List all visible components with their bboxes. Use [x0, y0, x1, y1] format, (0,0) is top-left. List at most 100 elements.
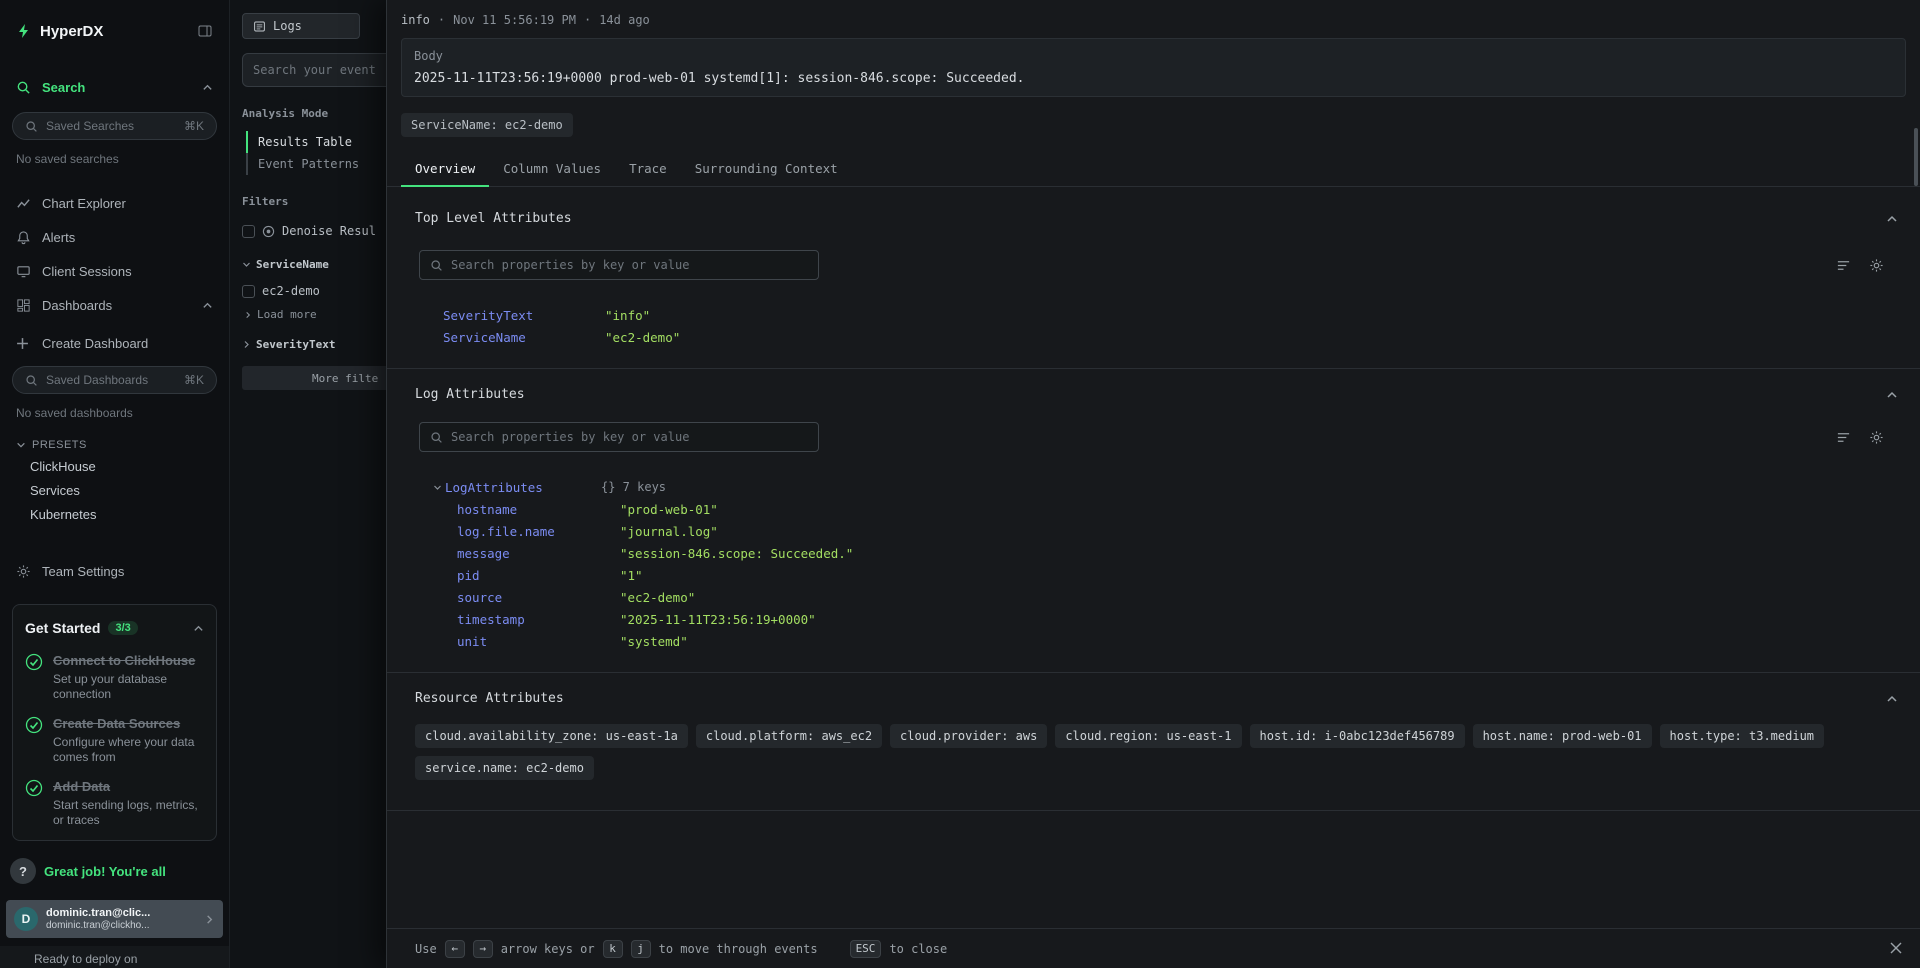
mode-event-patterns[interactable]: Event Patterns	[246, 153, 386, 175]
saved-searches-input[interactable]: Saved Searches ⌘K	[12, 112, 217, 140]
body-label: Body	[414, 49, 1893, 63]
left-arrow-key: ←	[445, 940, 465, 958]
facet-servicename[interactable]: ServiceName	[242, 256, 386, 272]
resource-chip[interactable]: cloud.platform: aws_ec2	[696, 724, 882, 748]
attribute-value: "info"	[605, 308, 650, 323]
collapse-section-icon[interactable]	[1886, 213, 1898, 225]
sidebar-item-team-settings[interactable]: Team Settings	[0, 554, 229, 588]
sidebar-item-alerts[interactable]: Alerts	[0, 220, 229, 254]
attribute-value: "ec2-demo"	[605, 330, 680, 345]
drawer-footer: Use ← → arrow keys or k j to move throug…	[387, 928, 1920, 968]
close-icon[interactable]	[1888, 940, 1904, 956]
section-title: Top Level Attributes	[415, 211, 1886, 226]
help-button[interactable]: ?	[10, 858, 36, 884]
attribute-row[interactable]: unit "systemd"	[401, 630, 1906, 652]
attribute-value: "ec2-demo"	[620, 590, 695, 605]
user-menu[interactable]: D dominic.tran@clic... dominic.tran@clic…	[6, 900, 223, 938]
get-started-item[interactable]: Add Data Start sending logs, metrics, or…	[25, 778, 204, 828]
get-started-item-desc: Set up your database connection	[53, 672, 204, 702]
resource-chip[interactable]: service.name: ec2-demo	[415, 756, 594, 780]
resource-chip[interactable]: host.id: i-0abc123def456789	[1250, 724, 1465, 748]
source-selector-label: Logs	[273, 19, 302, 33]
attribute-row[interactable]: ServiceName "ec2-demo"	[401, 326, 1906, 348]
gear-icon[interactable]	[1869, 430, 1884, 445]
resource-chip[interactable]: host.type: t3.medium	[1660, 724, 1825, 748]
preset-item-clickhouse[interactable]: ClickHouse	[0, 454, 229, 478]
sidebar-item-dashboards[interactable]: Dashboards	[0, 288, 229, 322]
facet-value-ec2-demo[interactable]: ec2-demo	[242, 281, 386, 301]
get-started-item[interactable]: Connect to ClickHouse Set up your databa…	[25, 652, 204, 702]
monitor-icon	[16, 264, 32, 279]
source-selector-button[interactable]: Logs	[242, 13, 360, 39]
tab-label: Surrounding Context	[695, 161, 838, 176]
resource-chip[interactable]: cloud.region: us-east-1	[1055, 724, 1241, 748]
get-started-item[interactable]: Create Data Sources Configure where your…	[25, 715, 204, 765]
denoise-icon	[262, 225, 275, 238]
attribute-key: SeverityText	[443, 308, 605, 323]
attribute-row[interactable]: SeverityText "info"	[401, 304, 1906, 326]
chevron-up-icon	[193, 623, 204, 634]
tab-label: Trace	[629, 161, 667, 176]
sidebar-collapse-icon[interactable]	[197, 23, 213, 39]
property-search-input[interactable]	[451, 430, 808, 444]
attribute-row[interactable]: pid "1"	[401, 564, 1906, 586]
attribute-row[interactable]: message "session-846.scope: Succeeded."	[401, 542, 1906, 564]
sidebar-item-chart-explorer[interactable]: Chart Explorer	[0, 186, 229, 220]
resource-chip[interactable]: host.name: prod-web-01	[1473, 724, 1652, 748]
attribute-key: ServiceName	[443, 330, 605, 345]
attribute-row[interactable]: source "ec2-demo"	[401, 586, 1906, 608]
preset-item-kubernetes[interactable]: Kubernetes	[0, 502, 229, 526]
create-dashboard-button[interactable]: Create Dashboard	[0, 328, 229, 358]
tab-column-values[interactable]: Column Values	[489, 151, 615, 186]
tab-overview[interactable]: Overview	[401, 151, 489, 186]
attribute-row[interactable]: log.file.name "journal.log"	[401, 520, 1906, 542]
caret-down-icon	[433, 483, 445, 492]
attribute-row[interactable]: timestamp "2025-11-11T23:56:19+0000"	[401, 608, 1906, 630]
denoise-toggle[interactable]: Denoise Resul	[242, 221, 386, 241]
scrollbar-thumb[interactable]	[1914, 128, 1918, 186]
log-detail-drawer: info · Nov 11 5:56:19 PM · 14d ago Body …	[386, 0, 1920, 968]
preset-item-services[interactable]: Services	[0, 478, 229, 502]
sidebar-item-search[interactable]: Search	[0, 70, 229, 104]
chevron-down-icon	[242, 260, 251, 269]
checkbox[interactable]	[242, 285, 255, 298]
column-settings-icon[interactable]	[1836, 430, 1851, 445]
attribute-row[interactable]: hostname "prod-web-01"	[401, 498, 1906, 520]
resource-chips: cloud.availability_zone: us-east-1a clou…	[401, 724, 1906, 780]
check-circle-icon	[25, 779, 43, 828]
resource-chip[interactable]: cloud.availability_zone: us-east-1a	[415, 724, 688, 748]
property-search-input[interactable]	[451, 258, 808, 272]
sidebar-item-client-sessions[interactable]: Client Sessions	[0, 254, 229, 288]
saved-searches-placeholder: Saved Searches	[46, 119, 176, 133]
get-started-header[interactable]: Get Started 3/3	[25, 617, 204, 639]
tab-trace[interactable]: Trace	[615, 151, 681, 186]
get-started-title: Get Started	[25, 620, 100, 636]
check-circle-icon	[25, 653, 43, 702]
presets-toggle[interactable]: PRESETS	[16, 436, 213, 454]
log-attributes-tree-root[interactable]: LogAttributes {} 7 keys	[401, 476, 1906, 498]
load-more-button[interactable]: Load more	[244, 308, 386, 321]
collapse-section-icon[interactable]	[1886, 693, 1898, 705]
meta-separator: ·	[438, 13, 445, 27]
column-settings-icon[interactable]	[1836, 258, 1851, 273]
facet-severitytext[interactable]: SeverityText	[242, 336, 386, 352]
attribute-key: source	[457, 590, 620, 605]
checkbox[interactable]	[242, 225, 255, 238]
footer-arrows-text: arrow keys or	[501, 942, 595, 956]
app-title: HyperDX	[40, 23, 189, 40]
saved-dashboards-input[interactable]: Saved Dashboards ⌘K	[12, 366, 217, 394]
property-search-box	[419, 422, 819, 452]
resource-chip[interactable]: cloud.provider: aws	[890, 724, 1047, 748]
get-started-item-title: Connect to ClickHouse	[53, 653, 195, 668]
hyperdx-logo-icon	[16, 23, 32, 39]
mode-label: Event Patterns	[258, 157, 359, 171]
collapse-section-icon[interactable]	[1886, 389, 1898, 401]
mode-results-table[interactable]: Results Table	[246, 131, 386, 153]
attribute-key: hostname	[457, 502, 620, 517]
service-name-chip[interactable]: ServiceName: ec2-demo	[401, 113, 573, 137]
gear-icon[interactable]	[1869, 258, 1884, 273]
shortcut-badge: ⌘K	[184, 119, 204, 133]
footer-close-text: to close	[889, 942, 947, 956]
gear-icon	[16, 564, 32, 579]
tab-surrounding-context[interactable]: Surrounding Context	[681, 151, 852, 186]
